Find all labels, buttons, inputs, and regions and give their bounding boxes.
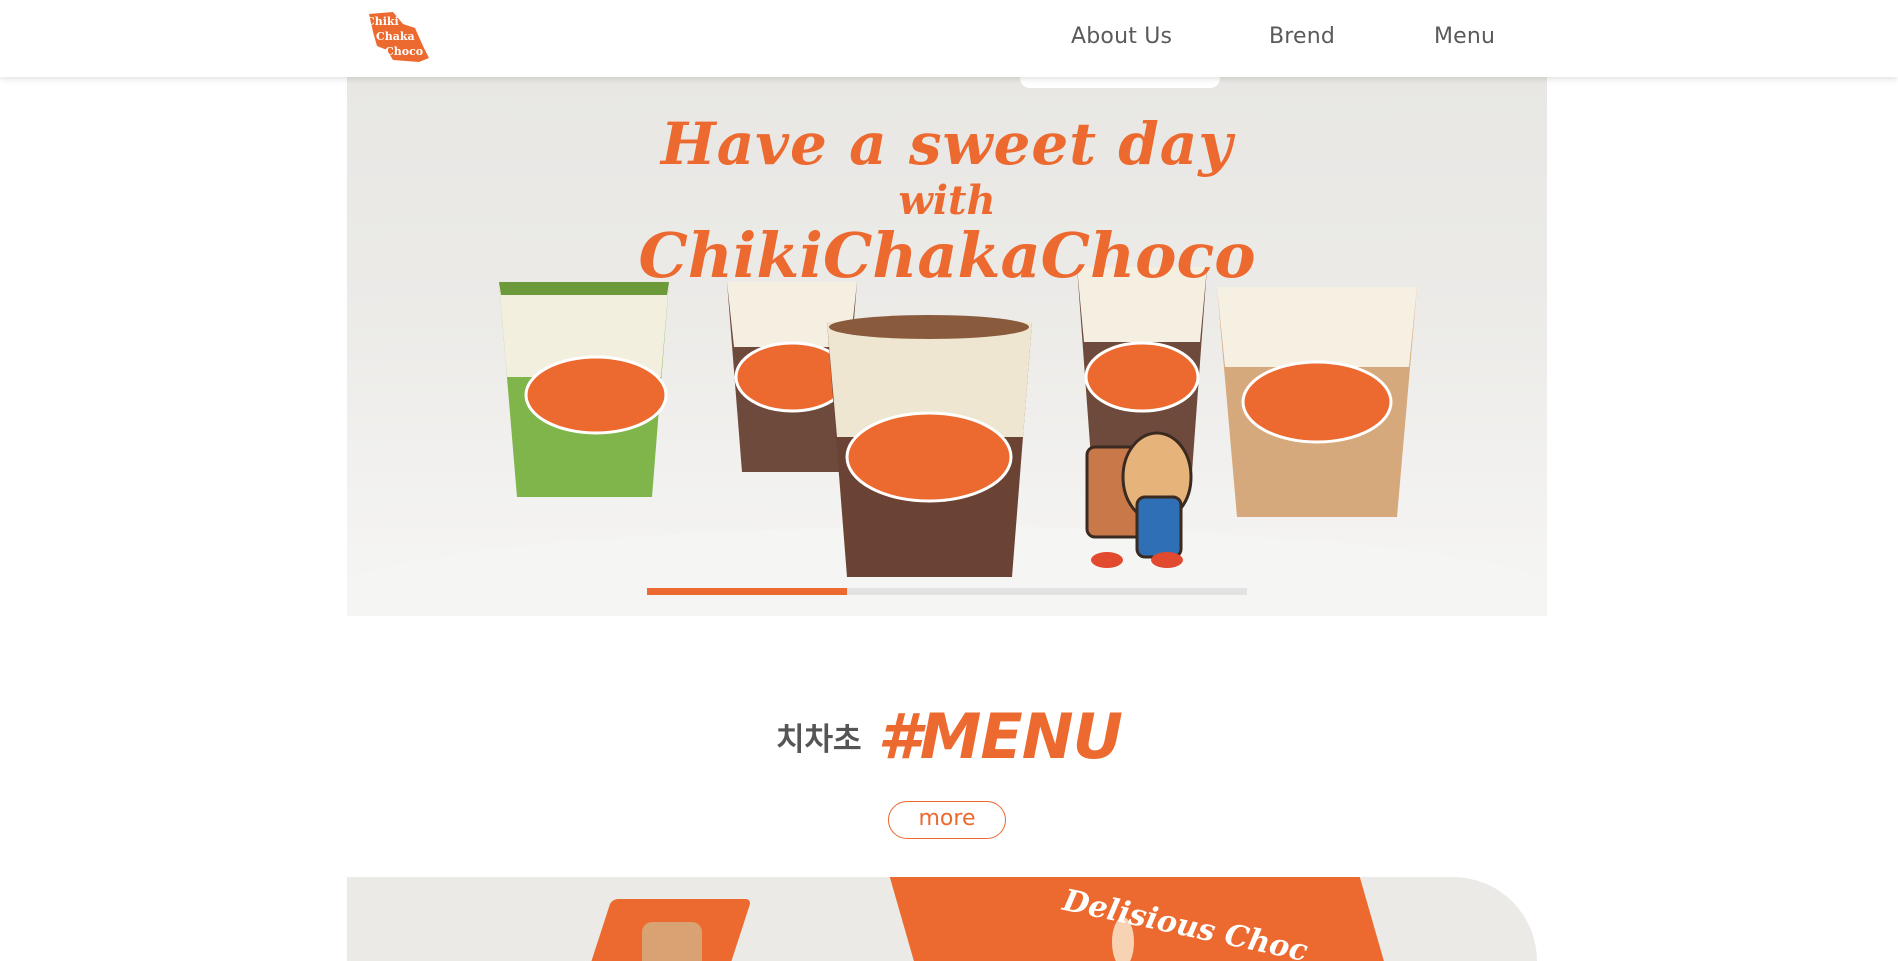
latte-cup [1217, 287, 1417, 517]
menu-korean-label: 치차초 [776, 722, 862, 758]
logo-text-3: Choco [385, 45, 423, 58]
chocolate-piece [642, 922, 702, 961]
slider-progress-fill [647, 588, 847, 595]
menu-section-heading: 치차초 #MENU [0, 700, 1898, 773]
slider-progress-bar[interactable] [647, 588, 1247, 595]
promo-image: Delisious Choc [347, 877, 1537, 961]
hero-banner: Have a sweet day with ChikiChakaChoco [347, 77, 1547, 616]
matcha-cup [499, 282, 669, 497]
hero-title-line1: Have a sweet day [660, 110, 1234, 178]
nav-about-us[interactable]: About Us [1071, 24, 1172, 49]
hero-title-line2: with [898, 177, 996, 224]
tiramisu-cup [827, 315, 1032, 577]
logo[interactable]: Chiki Chaka Choco [363, 10, 431, 64]
menu-title: #MENU [877, 700, 1123, 773]
logo-text-2: Chaka [376, 30, 415, 43]
nav-brend[interactable]: Brend [1269, 24, 1335, 49]
logo-text-1: Chiki [366, 15, 399, 28]
more-button[interactable]: more [888, 801, 1006, 839]
nav-menu[interactable]: Menu [1434, 24, 1495, 49]
hero-title-line3: ChikiChakaChoco [638, 219, 1256, 292]
site-header: Chiki Chaka Choco About Us Brend Menu [0, 0, 1898, 77]
